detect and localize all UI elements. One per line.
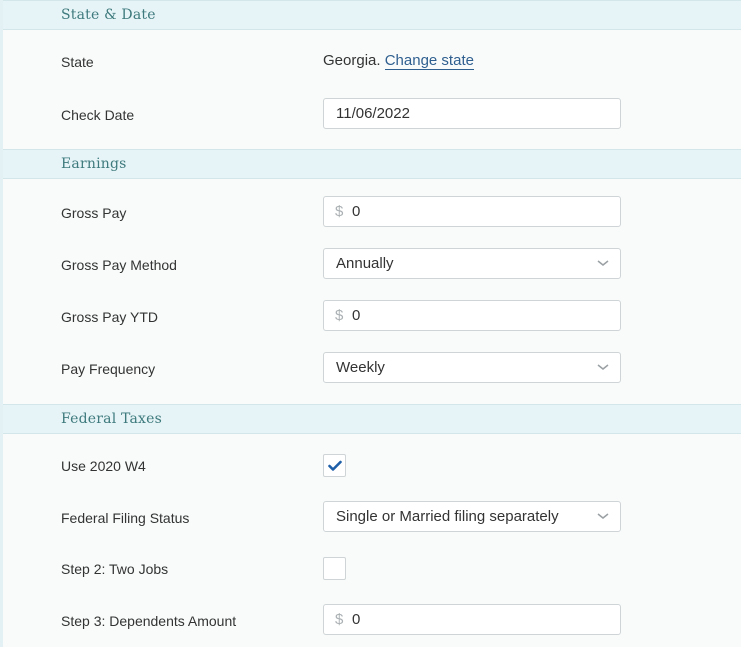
section-header-earnings: Earnings bbox=[3, 149, 741, 179]
checkmark-icon bbox=[328, 460, 342, 471]
chevron-down-icon bbox=[597, 513, 609, 519]
section-header-state-date: State & Date bbox=[3, 0, 741, 30]
gross-pay-method-label: Gross Pay Method bbox=[61, 257, 177, 273]
left-rail bbox=[0, 0, 3, 647]
state-value-row: Georgia. Change state bbox=[323, 52, 474, 70]
section-title: Federal Taxes bbox=[61, 411, 163, 427]
pay-frequency-value: Weekly bbox=[336, 359, 385, 376]
federal-filing-status-label: Federal Filing Status bbox=[61, 510, 190, 526]
dollar-icon: $ bbox=[335, 611, 344, 628]
state-label: State bbox=[61, 54, 94, 70]
gross-pay-input[interactable]: $ 0 bbox=[323, 196, 621, 227]
dependents-amount-input[interactable]: $ 0 bbox=[323, 604, 621, 635]
gross-pay-ytd-label: Gross Pay YTD bbox=[61, 309, 158, 325]
use-2020-w4-label: Use 2020 W4 bbox=[61, 458, 146, 474]
gross-pay-method-value: Annually bbox=[336, 255, 394, 272]
dependents-amount-label: Step 3: Dependents Amount bbox=[61, 613, 237, 629]
federal-filing-status-value: Single or Married filing separately bbox=[336, 508, 559, 525]
dollar-icon: $ bbox=[335, 307, 344, 324]
gross-pay-ytd-input[interactable]: $ 0 bbox=[323, 300, 621, 331]
section-title: Earnings bbox=[61, 156, 127, 172]
two-jobs-checkbox[interactable] bbox=[323, 557, 346, 580]
check-date-input[interactable]: 11/06/2022 bbox=[323, 98, 621, 129]
check-date-label: Check Date bbox=[61, 107, 135, 123]
change-state-link[interactable]: Change state bbox=[384, 52, 474, 70]
federal-filing-status-select[interactable]: Single or Married filing separately bbox=[323, 501, 621, 532]
pay-frequency-select[interactable]: Weekly bbox=[323, 352, 621, 383]
section-header-federal-taxes: Federal Taxes bbox=[3, 404, 741, 434]
chevron-down-icon bbox=[597, 364, 609, 370]
gross-pay-method-select[interactable]: Annually bbox=[323, 248, 621, 279]
pay-frequency-label: Pay Frequency bbox=[61, 361, 156, 377]
state-value: Georgia. bbox=[323, 52, 381, 69]
gross-pay-label: Gross Pay bbox=[61, 205, 127, 221]
two-jobs-label: Step 2: Two Jobs bbox=[61, 561, 169, 577]
dollar-icon: $ bbox=[335, 203, 344, 220]
dependents-amount-value: 0 bbox=[352, 611, 361, 628]
gross-pay-value: 0 bbox=[352, 203, 361, 220]
check-date-value: 11/06/2022 bbox=[336, 105, 410, 122]
section-title: State & Date bbox=[61, 7, 156, 23]
chevron-down-icon bbox=[597, 260, 609, 266]
use-2020-w4-checkbox[interactable] bbox=[323, 454, 346, 477]
gross-pay-ytd-value: 0 bbox=[352, 307, 361, 324]
